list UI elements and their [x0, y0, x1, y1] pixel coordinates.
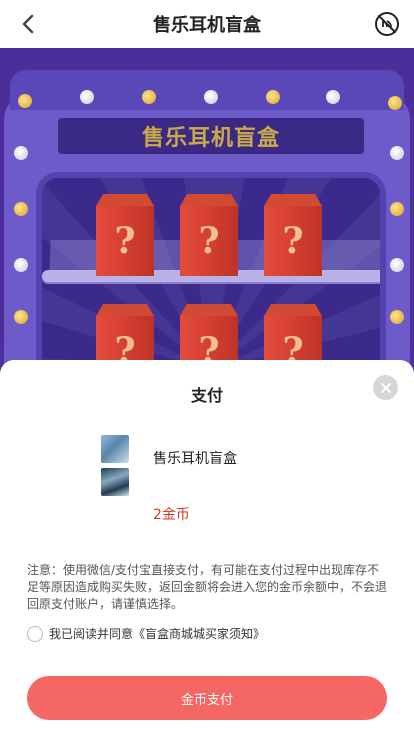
close-button[interactable]	[373, 375, 398, 400]
light-bulb	[390, 310, 404, 324]
product-thumbnail	[101, 468, 129, 496]
product-price: 2金币	[153, 507, 190, 523]
page-title: 售乐耳机盲盒	[153, 15, 261, 36]
agreement-text[interactable]: 我已阅读并同意《盲盒商城城买家须知》	[49, 625, 265, 642]
sound-toggle-button[interactable]	[374, 11, 400, 37]
light-bulb	[326, 90, 340, 104]
light-bulb	[390, 146, 404, 160]
box-lid	[180, 304, 238, 316]
blind-box[interactable]: ?	[96, 194, 154, 276]
agreement-checkbox[interactable]: 我已阅读并同意《盲盒商城城买家须知》	[27, 625, 265, 642]
machine-sign: 售乐耳机盲盒	[58, 118, 364, 154]
close-icon	[380, 382, 391, 393]
light-bulb	[14, 310, 28, 324]
box-lid	[264, 304, 322, 316]
light-bulb	[14, 146, 28, 160]
sheet-title: 支付	[190, 386, 223, 405]
light-bulb	[204, 90, 218, 104]
light-bulb	[14, 202, 28, 216]
light-bulb	[142, 90, 156, 104]
payment-sheet: 支付 售乐耳机盲盒 2金币 注意：使用微信/支付宝直接支付，有可能在支付过程中出…	[0, 360, 414, 736]
light-bulb	[14, 258, 28, 272]
machine-sign-text: 售乐耳机盲盒	[141, 126, 280, 151]
top-nav: 售乐耳机盲盒	[0, 0, 414, 48]
question-mark: ?	[198, 220, 220, 262]
blind-box[interactable]: ?	[264, 194, 322, 276]
question-mark: ?	[114, 220, 136, 262]
coin-pay-button[interactable]: 金币支付	[27, 676, 387, 720]
back-button[interactable]	[14, 10, 42, 38]
box-lid	[264, 194, 322, 206]
box-body: ?	[264, 206, 322, 276]
box-lid	[96, 194, 154, 206]
product-name: 售乐耳机盲盒	[153, 451, 237, 467]
light-bulb	[18, 94, 32, 108]
light-bulb	[80, 90, 94, 104]
light-bulb	[388, 96, 402, 110]
box-lid	[180, 194, 238, 206]
box-body: ?	[180, 206, 238, 276]
box-body: ?	[96, 206, 154, 276]
question-mark: ?	[282, 220, 304, 262]
chevron-left-icon	[22, 14, 34, 34]
radio-circle[interactable]	[27, 625, 43, 642]
light-bulb	[390, 258, 404, 272]
blind-box[interactable]: ?	[180, 194, 238, 276]
light-bulb	[390, 202, 404, 216]
sound-off-icon	[375, 12, 399, 36]
product-thumbnail	[101, 435, 129, 463]
payment-notice: 注意：使用微信/支付宝直接支付，有可能在支付过程中出现库存不足等原因造成购买失败…	[27, 563, 388, 611]
light-bulb	[266, 90, 280, 104]
box-lid	[96, 304, 154, 316]
